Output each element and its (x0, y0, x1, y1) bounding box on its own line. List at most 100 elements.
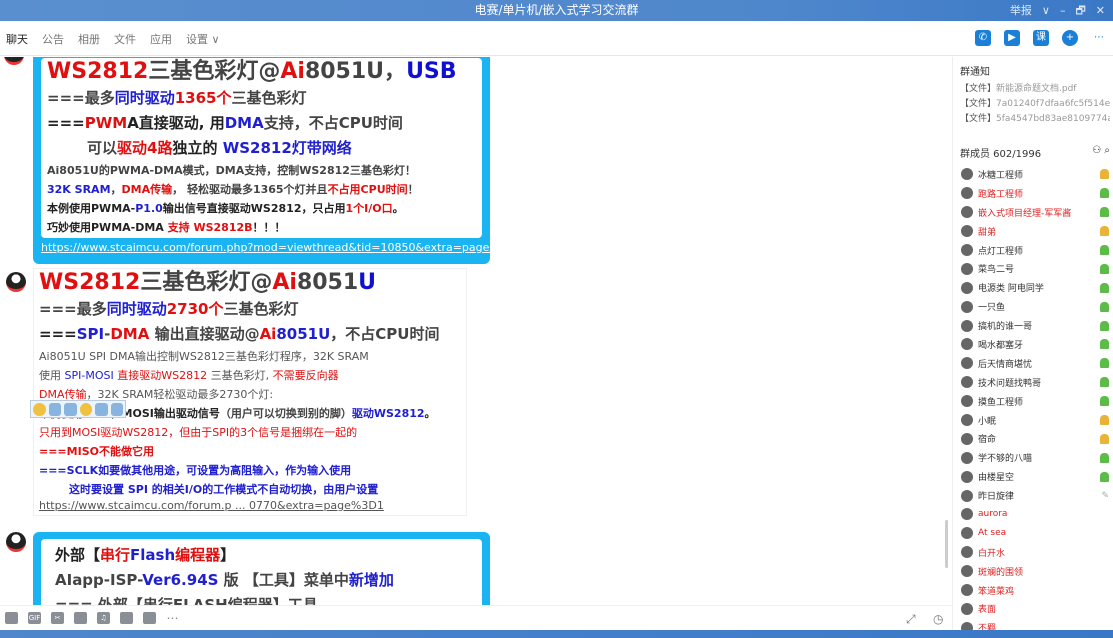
text-segment: 直接驱动WS2812 (113, 369, 208, 382)
edit-icon[interactable]: ✎ (1101, 491, 1109, 501)
member-item[interactable]: 笨道菜鸡 (961, 581, 1109, 600)
music-icon[interactable]: ♫ (97, 612, 110, 624)
member-item[interactable]: 嵌入式项目经理-军军酱 (961, 203, 1109, 222)
member-item[interactable]: 摸鱼工程师 (961, 392, 1109, 411)
scissors-icon[interactable]: ✂ (51, 612, 64, 624)
video-icon[interactable]: ▶ (1004, 30, 1020, 46)
message-image-card[interactable]: WS2812三基色彩灯@Ai8051U ===最多同时驱动2730个三基色彩灯 ==… (33, 268, 467, 516)
member-item[interactable]: 后天情商堪忧 (961, 354, 1109, 373)
text-segment: ===SCLK如要做其他用途，可设置为高阻输入，作为输入使用 (39, 464, 352, 477)
text-segment: === (39, 325, 77, 343)
message-line: 32K SRAM，DMA传输， 轻松驱动最多1365个灯并且不占用CPU时间！ (47, 180, 476, 199)
text-segment: Ai (272, 270, 297, 295)
member-item[interactable]: 昨日旋律 ✎ (961, 486, 1109, 505)
message-link[interactable]: https://www.stcaimcu.com/forum.php?mod=v… (41, 241, 522, 254)
member-item[interactable]: 学不够的八喵 (961, 448, 1109, 467)
phone-icon[interactable]: ✆ (975, 30, 991, 46)
member-item[interactable]: 甜弟 (961, 222, 1109, 241)
member-badge-icon (1100, 339, 1109, 350)
message-link[interactable]: https://www.stcaimcu.com/forum.p ... 077… (39, 499, 461, 512)
message-image-card[interactable]: 外部【串行Flash编程器】 AIapp-ISP-Ver6.94S 版 【工具】菜… (33, 532, 490, 605)
message-image-card[interactable]: WS2812三基色彩灯@Ai8051U，USB ===最多同时驱动1365个三基色… (33, 57, 522, 264)
search-icon[interactable]: ⌕ (1104, 145, 1110, 156)
image-icon[interactable] (120, 612, 133, 624)
member-item[interactable]: At sea (961, 524, 1109, 543)
member-item[interactable]: 菜鸟二号 (961, 259, 1109, 278)
member-name: 甜弟 (978, 227, 997, 238)
screen-icon[interactable] (64, 403, 77, 416)
notice-file[interactable]: 【文件】新能源命题文档.pdf (960, 82, 1110, 97)
member-item[interactable]: 点灯工程师 (961, 241, 1109, 260)
dropdown-button[interactable]: ∨ (1042, 0, 1050, 21)
expand-icon[interactable]: ⤢ (906, 612, 916, 627)
tab-apps[interactable]: 应用 (150, 31, 172, 47)
notice-file[interactable]: 【文件】7a01240f7dfaa6fc5f514e8b5... (960, 97, 1110, 112)
image-icon[interactable] (95, 403, 108, 416)
tab-album[interactable]: 相册 (78, 31, 100, 47)
group-sidebar: 群通知 【文件】新能源命题文档.pdf 【文件】7a01240f7dfaa6fc5… (952, 57, 1113, 634)
report-button[interactable]: 举报 (1010, 0, 1032, 21)
text-segment: 1个I/O口 (345, 202, 393, 215)
member-name: 电源类 阿电同学 (978, 284, 1044, 295)
avatar (961, 395, 973, 408)
file-name: 7a01240f7dfaa6fc5f514e8b5... (996, 99, 1110, 109)
save-icon[interactable] (48, 403, 61, 416)
add-member-icon[interactable]: ⚇ (1092, 145, 1101, 156)
text-segment: 8051U (276, 325, 331, 343)
avatar[interactable] (6, 272, 26, 292)
member-badge-icon (1100, 282, 1109, 293)
text-segment: ===最多 (47, 89, 115, 107)
text-segment: 不占用CPU时间 (327, 183, 408, 196)
member-item[interactable]: aurora (961, 505, 1109, 524)
tab-chat[interactable]: 聊天 (6, 31, 28, 47)
avatar (961, 244, 973, 256)
member-item[interactable]: 搞机的谁一哥 (961, 316, 1109, 335)
folder-icon[interactable] (74, 612, 87, 624)
member-item[interactable]: 冰糖工程师 (961, 165, 1109, 184)
more-icon[interactable]: ⋯ (1091, 30, 1107, 46)
text-segment: 只用到MOSI驱动WS2812，但由于SPI的3个信号是捆绑在一起的 (39, 426, 358, 439)
member-name: 白开水 (978, 548, 1006, 559)
member-item[interactable]: 技术问题找鸭哥 (961, 373, 1109, 392)
text-segment: 。 (424, 407, 436, 420)
emoji-icon[interactable] (33, 403, 46, 416)
avatar[interactable] (6, 532, 26, 552)
emoji-icon[interactable] (79, 403, 92, 416)
member-name: 昨日旋律 (978, 492, 1015, 503)
notice-file[interactable]: 【文件】5fa4547bd83ae8109774a58d... (960, 112, 1110, 127)
favorite-icon[interactable] (110, 403, 123, 416)
close-button[interactable]: ✕ (1096, 0, 1105, 21)
tab-files[interactable]: 文件 (114, 31, 136, 47)
member-item[interactable]: 一只鱼 (961, 297, 1109, 316)
gif-icon[interactable]: GIF (28, 612, 41, 624)
member-item[interactable]: 小眠 (961, 411, 1109, 430)
text-segment: 驱动4路 (117, 139, 173, 157)
bell-icon[interactable] (143, 612, 156, 624)
avatar[interactable] (4, 57, 24, 65)
member-item[interactable]: 喝水都塞牙 (961, 335, 1109, 354)
member-item[interactable]: 由楼星空 (961, 467, 1109, 486)
member-item[interactable]: 跑路工程师 (961, 184, 1109, 203)
add-icon[interactable]: + (1062, 30, 1078, 46)
member-item[interactable]: 宿命 (961, 429, 1109, 448)
avatar (961, 319, 973, 332)
history-icon[interactable]: ◷ (933, 612, 943, 626)
member-name: 小眠 (978, 416, 997, 427)
restore-button[interactable]: 🗗 (1075, 0, 1085, 21)
member-item[interactable]: 白开水 (961, 543, 1109, 562)
member-badge-icon (1100, 377, 1109, 388)
member-item[interactable]: 表面 (961, 599, 1109, 618)
member-item[interactable]: 斑斓的围领 (961, 562, 1109, 581)
member-badge-icon (1100, 207, 1109, 218)
member-item[interactable]: 电源类 阿电同学 (961, 278, 1109, 297)
tab-settings[interactable]: 设置 ∨ (186, 31, 220, 47)
lesson-icon[interactable]: 课 (1033, 30, 1049, 46)
admin-badge-icon (1100, 169, 1109, 180)
minimize-button[interactable]: – (1060, 0, 1066, 21)
chat-scrollbar[interactable] (945, 520, 948, 568)
tab-announcement[interactable]: 公告 (42, 31, 64, 47)
more-icon[interactable]: ⋯ (166, 612, 179, 624)
avatar (961, 168, 973, 181)
text-segment: AIapp-ISP- (55, 571, 143, 589)
emoji-icon[interactable] (5, 612, 18, 624)
